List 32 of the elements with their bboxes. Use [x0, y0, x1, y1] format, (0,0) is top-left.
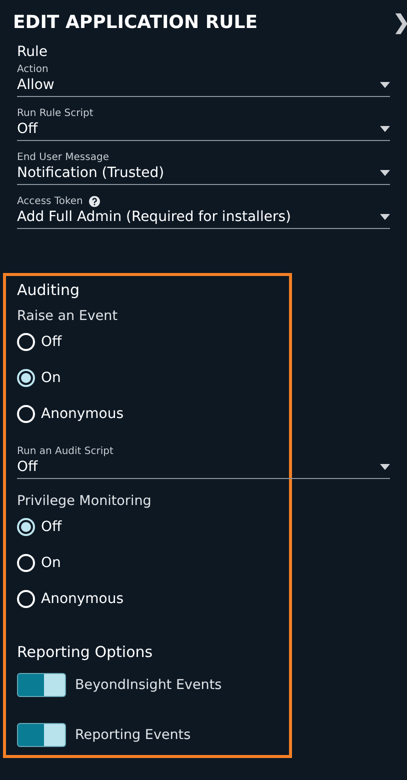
caret-icon: [380, 170, 390, 176]
radio-option[interactable]: On: [17, 360, 289, 396]
panel-title: EDIT APPLICATION RULE: [13, 12, 258, 32]
field-label: End User Message: [17, 152, 109, 163]
toggle-switch[interactable]: [17, 673, 66, 697]
section-title: Reporting Options: [17, 643, 154, 661]
select-field[interactable]: Off: [17, 119, 390, 141]
section-title: Rule: [17, 44, 48, 60]
select-field[interactable]: Notification (Trusted): [17, 163, 390, 185]
field-label: Action: [17, 64, 48, 75]
caret-icon: [380, 214, 390, 220]
toggle-switch[interactable]: [17, 723, 66, 747]
field-label: Run an Audit Script: [17, 446, 114, 457]
group-label: Privilege Monitoring: [17, 493, 152, 509]
section-title: Auditing: [17, 281, 81, 299]
radio-option[interactable]: Off: [17, 509, 289, 545]
caret-icon: [380, 464, 390, 470]
radio-option[interactable]: Anonymous: [17, 396, 289, 432]
field-label: Run Rule Script: [17, 108, 94, 119]
select-field[interactable]: Allow: [17, 75, 390, 97]
radio-option[interactable]: On: [17, 545, 289, 581]
select-field[interactable]: Off: [17, 457, 390, 479]
caret-icon: [380, 82, 390, 88]
caret-icon: [380, 126, 390, 132]
help-icon[interactable]: [88, 196, 100, 207]
radio-option[interactable]: Anonymous: [17, 581, 289, 617]
group-label: Raise an Event: [17, 308, 119, 324]
toggle-label: Reporting Events: [75, 727, 191, 743]
toggle-label: BeyondInsight Events: [75, 677, 222, 693]
field-label: Access Token: [17, 196, 83, 207]
radio-option[interactable]: Off: [17, 324, 289, 360]
select-field[interactable]: Add Full Admin (Required for installers): [17, 207, 390, 229]
